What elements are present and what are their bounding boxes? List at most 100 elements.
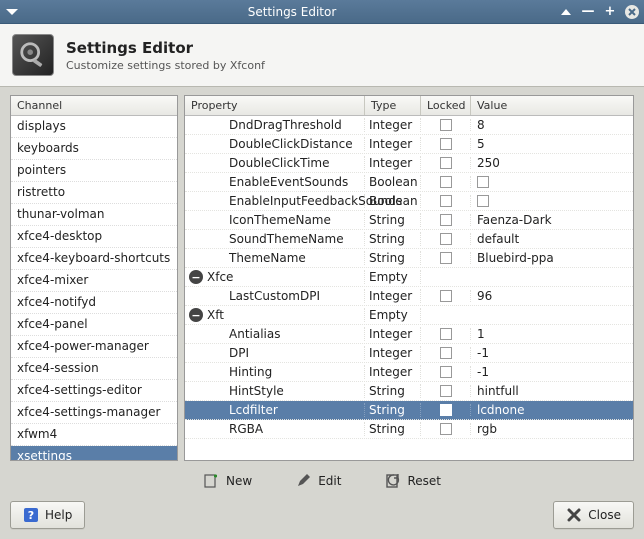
channel-item[interactable]: xfce4-session [11, 358, 177, 380]
value-column-header[interactable]: Value [471, 96, 633, 115]
channel-item[interactable]: xfce4-mixer [11, 270, 177, 292]
property-row[interactable]: EnableEventSoundsBoolean [185, 173, 633, 192]
property-type: Empty [365, 270, 421, 284]
edit-button[interactable]: Edit [292, 471, 345, 491]
channel-list: displayskeyboardspointersristrettothunar… [11, 116, 177, 460]
window-maximize-button[interactable]: + [602, 4, 618, 20]
locked-checkbox[interactable] [440, 404, 452, 416]
property-name: LastCustomDPI [229, 289, 320, 303]
property-row[interactable]: ThemeNameStringBluebird-ppa [185, 249, 633, 268]
property-name: DoubleClickDistance [229, 137, 353, 151]
property-type: String [365, 384, 421, 398]
property-type: Empty [365, 308, 421, 322]
property-row[interactable]: RGBAStringrgb [185, 420, 633, 439]
action-bar: New Edit Reset [0, 465, 644, 493]
property-name: Lcdfilter [229, 403, 278, 417]
locked-checkbox[interactable] [440, 176, 452, 188]
property-row[interactable]: DoubleClickTimeInteger250 [185, 154, 633, 173]
app-menu-icon[interactable] [4, 4, 20, 20]
property-value: 8 [471, 118, 633, 132]
property-value [471, 176, 633, 188]
property-row[interactable]: SoundThemeNameStringdefault [185, 230, 633, 249]
new-button[interactable]: New [200, 471, 256, 491]
locked-checkbox[interactable] [440, 214, 452, 226]
locked-column-header[interactable]: Locked [421, 96, 471, 115]
locked-checkbox[interactable] [440, 157, 452, 169]
close-button[interactable]: Close [553, 501, 634, 529]
locked-checkbox[interactable] [440, 347, 452, 359]
locked-checkbox[interactable] [440, 385, 452, 397]
value-checkbox[interactable] [477, 195, 489, 207]
property-group-row[interactable]: −XfceEmpty [185, 268, 633, 287]
property-type: String [365, 213, 421, 227]
property-name: Hinting [229, 365, 272, 379]
channel-item[interactable]: keyboards [11, 138, 177, 160]
property-type: Integer [365, 327, 421, 341]
locked-checkbox[interactable] [440, 119, 452, 131]
channel-item[interactable]: xfce4-desktop [11, 226, 177, 248]
channel-item[interactable]: xsettings [11, 446, 177, 460]
close-icon [566, 507, 582, 523]
window-minimize-button[interactable]: — [580, 4, 596, 20]
channel-item[interactable]: xfce4-settings-manager [11, 402, 177, 424]
property-row[interactable]: LcdfilterStringlcdnone [185, 401, 633, 420]
locked-checkbox[interactable] [440, 423, 452, 435]
channel-item[interactable]: xfce4-panel [11, 314, 177, 336]
channel-item[interactable]: thunar-volman [11, 204, 177, 226]
reset-button[interactable]: Reset [381, 471, 445, 491]
locked-checkbox[interactable] [440, 328, 452, 340]
help-button[interactable]: ? Help [10, 501, 85, 529]
header: Settings Editor Customize settings store… [0, 24, 644, 87]
property-value: hintfull [471, 384, 633, 398]
channel-item[interactable]: displays [11, 116, 177, 138]
type-column-header[interactable]: Type [365, 96, 421, 115]
property-row[interactable]: EnableInputFeedbackSoundsBoolean [185, 192, 633, 211]
settings-editor-icon [12, 34, 54, 76]
channel-item[interactable]: xfce4-notifyd [11, 292, 177, 314]
locked-checkbox[interactable] [440, 290, 452, 302]
collapse-icon[interactable]: − [189, 270, 203, 284]
property-value: default [471, 232, 633, 246]
locked-checkbox[interactable] [440, 195, 452, 207]
channel-item[interactable]: pointers [11, 160, 177, 182]
channel-item[interactable]: xfce4-keyboard-shortcuts [11, 248, 177, 270]
property-name: HintStyle [229, 384, 284, 398]
channel-item[interactable]: ristretto [11, 182, 177, 204]
property-value: 1 [471, 327, 633, 341]
window-title: Settings Editor [26, 5, 558, 19]
property-row[interactable]: AntialiasInteger1 [185, 325, 633, 344]
property-value: -1 [471, 365, 633, 379]
property-type: Integer [365, 137, 421, 151]
property-column-header[interactable]: Property [185, 96, 365, 115]
channel-item[interactable]: xfwm4 [11, 424, 177, 446]
value-checkbox[interactable] [477, 176, 489, 188]
property-group-row[interactable]: −XftEmpty [185, 306, 633, 325]
channel-column-header[interactable]: Channel [11, 96, 177, 115]
channel-item[interactable]: xfce4-power-manager [11, 336, 177, 358]
locked-checkbox[interactable] [440, 233, 452, 245]
window-titlebar: Settings Editor — + [0, 0, 644, 24]
property-row[interactable]: DoubleClickDistanceInteger5 [185, 135, 633, 154]
help-label: Help [45, 508, 72, 522]
property-row[interactable]: HintStyle String hintfull [185, 382, 633, 401]
reset-icon [385, 473, 401, 489]
channel-panel: Channel displayskeyboardspointersristret… [10, 95, 178, 461]
property-type: Integer [365, 156, 421, 170]
channel-item[interactable]: xfce4-settings-editor [11, 380, 177, 402]
locked-checkbox[interactable] [440, 366, 452, 378]
property-row[interactable]: HintingInteger-1 [185, 363, 633, 382]
property-type: Boolean [365, 175, 421, 189]
window-close-button[interactable] [624, 4, 640, 20]
property-row[interactable]: IconThemeNameStringFaenza-Dark [185, 211, 633, 230]
property-type: String [365, 422, 421, 436]
collapse-icon[interactable]: − [189, 308, 203, 322]
locked-checkbox[interactable] [440, 138, 452, 150]
close-label: Close [588, 508, 621, 522]
property-row[interactable]: DPIInteger-1 [185, 344, 633, 363]
property-value: Faenza-Dark [471, 213, 633, 227]
locked-checkbox[interactable] [440, 252, 452, 264]
property-row[interactable]: LastCustomDPIInteger96 [185, 287, 633, 306]
property-row[interactable]: DndDragThresholdInteger8 [185, 116, 633, 135]
window-rollup-button[interactable] [558, 4, 574, 20]
main-content: Channel displayskeyboardspointersristret… [0, 87, 644, 465]
